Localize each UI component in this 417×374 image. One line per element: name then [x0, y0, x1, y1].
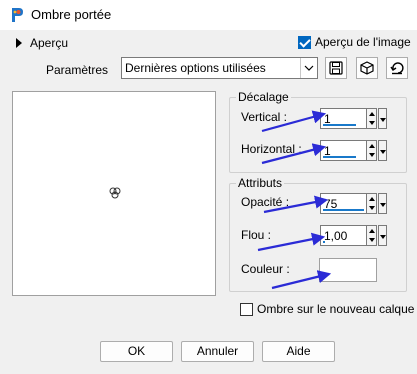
opacity-stepper[interactable]	[367, 193, 377, 214]
vertical-slider-bar[interactable]	[323, 124, 356, 126]
cancel-button[interactable]: Annuler	[181, 341, 254, 362]
offset-group-title: Décalage	[236, 90, 291, 104]
params-label: Paramètres	[46, 63, 109, 77]
apercu-image-label: Aperçu de l'image	[315, 35, 411, 49]
chevron-down-icon[interactable]	[300, 58, 317, 78]
vertical-dropdown-icon[interactable]	[378, 108, 387, 129]
horizontal-slider-bar[interactable]	[323, 156, 356, 158]
title-bar: Ombre portée	[0, 0, 417, 30]
ok-button[interactable]: OK	[100, 341, 173, 362]
blur-spinbox[interactable]: 1,00	[320, 225, 387, 246]
preset-select[interactable]: Dernières options utilisées	[121, 57, 318, 79]
save-preset-button[interactable]	[325, 57, 347, 79]
apercu-row: Aperçu Aperçu de l'image	[0, 30, 417, 56]
horizontal-spinbox[interactable]: 1	[320, 140, 387, 161]
opacity-label: Opacité :	[241, 195, 290, 209]
opacity-input[interactable]: 75	[320, 193, 367, 214]
vertical-stepper[interactable]	[367, 108, 377, 129]
preview-panel[interactable]	[12, 91, 216, 296]
horizontal-input[interactable]: 1	[320, 140, 367, 161]
apercu-image-checkbox[interactable]: Aperçu de l'image	[298, 35, 411, 49]
checkbox-checked-icon[interactable]	[298, 35, 311, 49]
blur-slider-bar[interactable]	[323, 241, 325, 243]
paintshop-app-icon	[12, 8, 23, 22]
horizontal-stepper[interactable]	[367, 140, 377, 161]
blur-stepper[interactable]	[367, 225, 377, 246]
color-label: Couleur :	[241, 262, 290, 276]
cube-icon	[360, 61, 374, 75]
reset-arrow-icon	[390, 62, 404, 75]
vertical-input[interactable]: 1	[320, 108, 367, 129]
help-button[interactable]: Aide	[262, 341, 335, 362]
opacity-spinbox[interactable]: 75	[320, 193, 387, 214]
opacity-dropdown-icon[interactable]	[378, 193, 387, 214]
new-layer-checkbox[interactable]: Ombre sur le nouveau calque	[240, 302, 414, 316]
preset-value: Dernières options utilisées	[125, 61, 266, 75]
blur-input[interactable]: 1,00	[320, 225, 367, 246]
apercu-toggle-label[interactable]: Aperçu	[30, 36, 68, 50]
expand-arrow-icon[interactable]	[16, 38, 22, 48]
floppy-disk-icon	[329, 61, 343, 75]
color-swatch[interactable]	[319, 258, 377, 282]
blur-dropdown-icon[interactable]	[378, 225, 387, 246]
opacity-slider-bar[interactable]	[323, 209, 364, 211]
window-title: Ombre portée	[31, 7, 112, 22]
checkbox-unchecked-icon[interactable]	[240, 302, 253, 316]
resource-manager-button[interactable]	[356, 57, 378, 79]
pan-cursor-icon	[109, 187, 121, 199]
vertical-label: Vertical :	[241, 110, 288, 124]
blur-label: Flou :	[241, 228, 272, 242]
new-layer-label: Ombre sur le nouveau calque	[257, 302, 415, 316]
horizontal-label: Horizontal :	[241, 142, 302, 156]
horizontal-dropdown-icon[interactable]	[378, 140, 387, 161]
blur-value: 1,00	[324, 229, 348, 243]
vertical-spinbox[interactable]: 1	[320, 108, 387, 129]
attributes-group-title: Attributs	[236, 176, 285, 190]
reset-button[interactable]	[386, 57, 408, 79]
